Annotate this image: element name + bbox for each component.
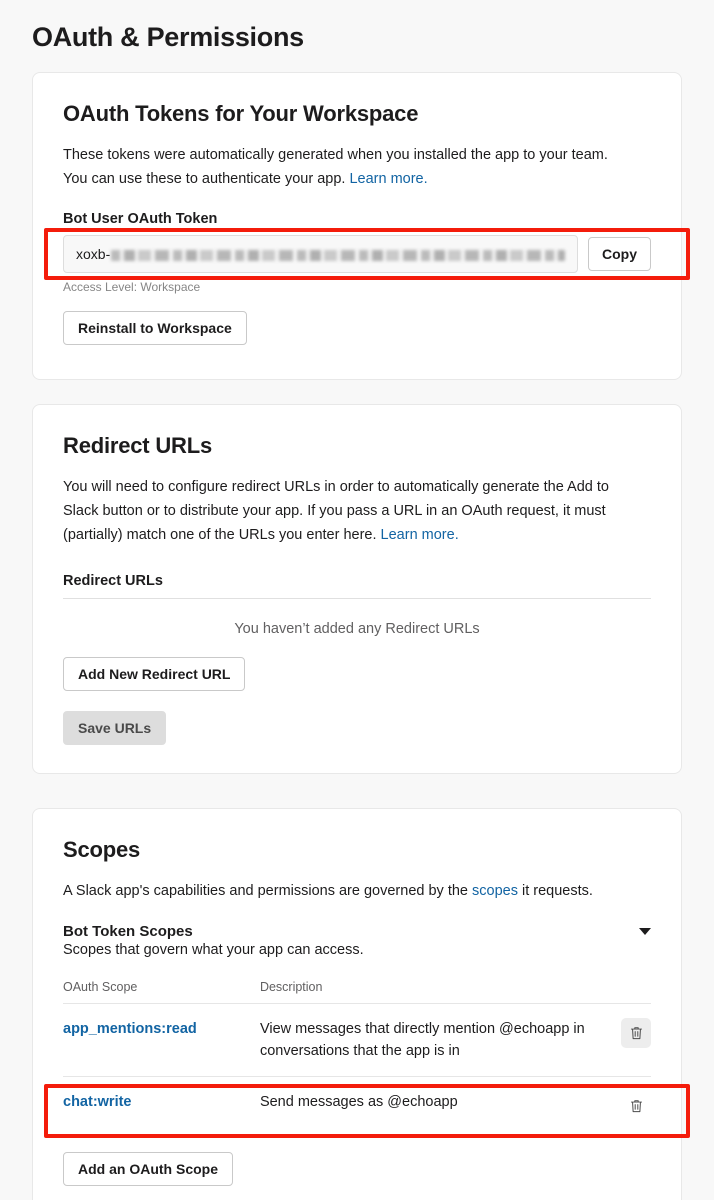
bot-token-scopes-header[interactable]: Bot Token Scopes Scopes that govern what… bbox=[63, 923, 651, 958]
page-title: OAuth & Permissions bbox=[32, 22, 304, 52]
oauth-tokens-learn-more-link[interactable]: Learn more. bbox=[349, 171, 427, 187]
scopes-description-suffix: it requests. bbox=[517, 883, 593, 899]
trash-icon bbox=[630, 1027, 642, 1040]
redirect-urls-learn-more-link[interactable]: Learn more. bbox=[381, 527, 459, 543]
redirect-urls-card: Redirect URLs You will need to configure… bbox=[32, 404, 682, 774]
save-urls-button[interactable]: Save URLs bbox=[63, 711, 167, 745]
access-level-text: Access Level: Workspace bbox=[63, 280, 201, 294]
bot-token-scopes-subtitle: Scopes that govern what your app can acc… bbox=[63, 942, 364, 958]
scopes-link[interactable]: scopes bbox=[472, 883, 518, 899]
oauth-permissions-page: OAuth & Permissions OAuth Tokens for You… bbox=[0, 0, 714, 1200]
chevron-down-icon[interactable] bbox=[639, 928, 651, 935]
token-masked-value bbox=[111, 249, 565, 261]
add-an-oauth-scope-button[interactable]: Add an OAuth Scope bbox=[63, 1152, 233, 1186]
scopes-title: Scopes bbox=[63, 837, 141, 862]
table-header-row: OAuth Scope Description bbox=[63, 980, 651, 1004]
delete-scope-button-app-mentions-read[interactable] bbox=[621, 1018, 651, 1048]
scopes-description-prefix: A Slack app's capabilities and permissio… bbox=[63, 883, 473, 899]
oauth-tokens-card: OAuth Tokens for Your Workspace These to… bbox=[32, 72, 682, 380]
redirect-urls-description: You will need to configure redirect URLs… bbox=[63, 475, 651, 547]
trash-icon bbox=[630, 1100, 642, 1113]
scope-link-chat-write[interactable]: chat:write bbox=[63, 1094, 132, 1110]
scope-description-app-mentions-read: View messages that directly mention @ech… bbox=[259, 1003, 597, 1077]
redirect-urls-list-label: Redirect URLs bbox=[63, 573, 651, 599]
redirect-urls-description-line2: Slack button or to distribute your app. … bbox=[63, 503, 606, 519]
scopes-description: A Slack app's capabilities and permissio… bbox=[63, 879, 651, 903]
token-prefix-text: xoxb- bbox=[76, 246, 111, 262]
oauth-tokens-description-line2: You can use these to authenticate your a… bbox=[63, 171, 350, 187]
scopes-card: Scopes A Slack app's capabilities and pe… bbox=[32, 808, 682, 1200]
oauth-tokens-title: OAuth Tokens for Your Workspace bbox=[63, 101, 419, 126]
reinstall-to-workspace-button[interactable]: Reinstall to Workspace bbox=[63, 311, 247, 345]
redirect-urls-description-line1: You will need to configure redirect URLs… bbox=[63, 479, 609, 495]
bot-user-oauth-token-row: xoxb- Copy bbox=[63, 235, 651, 273]
add-new-redirect-url-button[interactable]: Add New Redirect URL bbox=[63, 657, 246, 691]
redirect-urls-title: Redirect URLs bbox=[63, 433, 212, 458]
bot-token-scopes-table: OAuth Scope Description app_mentions:rea… bbox=[63, 980, 651, 1136]
scope-link-app-mentions-read[interactable]: app_mentions:read bbox=[63, 1021, 197, 1037]
delete-scope-button-chat-write[interactable] bbox=[621, 1091, 651, 1121]
redirect-urls-description-line3: (partially) match one of the URLs you en… bbox=[63, 527, 381, 543]
column-header-actions bbox=[596, 980, 651, 1004]
column-header-oauth-scope: OAuth Scope bbox=[63, 980, 260, 1004]
bot-token-scopes-title: Bot Token Scopes bbox=[63, 923, 193, 940]
redirect-urls-empty-state: You haven’t added any Redirect URLs bbox=[234, 621, 480, 637]
scope-description-chat-write: Send messages as @echoapp bbox=[259, 1076, 597, 1136]
copy-token-button[interactable]: Copy bbox=[588, 237, 651, 271]
column-header-description: Description bbox=[259, 980, 597, 1004]
table-row: app_mentions:read View messages that dir… bbox=[63, 1003, 651, 1077]
table-row: chat:write Send messages as @echoapp bbox=[63, 1076, 651, 1136]
bot-user-oauth-token-input[interactable]: xoxb- bbox=[63, 235, 578, 273]
bot-user-oauth-token-label: Bot User OAuth Token bbox=[63, 211, 218, 227]
oauth-tokens-description-line1: These tokens were automatically generate… bbox=[63, 147, 608, 163]
oauth-tokens-description: These tokens were automatically generate… bbox=[63, 143, 651, 191]
